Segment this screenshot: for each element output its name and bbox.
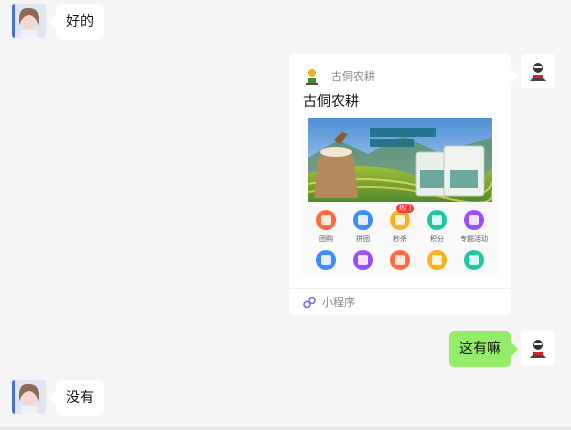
grid-item[interactable] <box>308 250 344 270</box>
contact-avatar[interactable] <box>12 380 46 414</box>
grid-item[interactable] <box>456 250 492 270</box>
grid-item-topic[interactable]: 专题活动 <box>456 210 492 244</box>
grid-item-label: 专题活动 <box>460 235 488 243</box>
message-text: 没有 <box>66 390 94 406</box>
mini-program-icon <box>303 296 316 308</box>
group-buy-icon <box>316 210 336 230</box>
card-source-name: 古侗农耕 <box>331 70 375 83</box>
message-bubble[interactable]: 没有 <box>56 380 104 416</box>
card-header: 古侗农耕 <box>303 66 375 86</box>
grid-item-label: 积分 <box>430 235 444 243</box>
flash-sale-icon <box>390 210 410 230</box>
brand-logo-icon <box>306 69 318 85</box>
card-preview: 团购 拼团 热门 秒杀 积分 专题活动 <box>303 118 497 276</box>
message-bubble[interactable]: 好的 <box>56 4 104 40</box>
card-title: 古侗农耕 <box>303 94 359 110</box>
grid-item[interactable] <box>345 250 381 270</box>
my-avatar[interactable] <box>521 54 555 88</box>
coupon-icon <box>316 250 336 270</box>
message-text: 好的 <box>66 14 94 30</box>
member-icon <box>353 250 373 270</box>
points-icon <box>427 210 447 230</box>
grid-item-points[interactable]: 积分 <box>419 210 455 244</box>
my-avatar[interactable] <box>521 331 555 365</box>
mini-program-card[interactable]: 古侗农耕 古侗农耕 团购 拼团 热门 秒杀 积分 专题活动 小程序 <box>289 54 511 315</box>
topic-icon <box>464 210 484 230</box>
grid-item-label: 团购 <box>319 235 333 243</box>
info-icon <box>464 250 484 270</box>
banner-image <box>308 118 492 202</box>
card-footer: 小程序 <box>289 288 511 315</box>
grid-item-team-buy[interactable]: 拼团 <box>345 210 381 244</box>
grid-item-label: 秒杀 <box>393 235 407 243</box>
message-text: 这有嘛 <box>459 341 501 357</box>
message-bubble[interactable]: 这有嘛 <box>449 331 511 367</box>
grid-item-group-buy[interactable]: 团购 <box>308 210 344 244</box>
grid-item[interactable] <box>419 250 455 270</box>
team-buy-icon <box>353 210 373 230</box>
hot-badge: 热门 <box>396 204 415 213</box>
gift-icon <box>427 250 447 270</box>
grid-item[interactable] <box>382 250 418 270</box>
contact-avatar[interactable] <box>12 4 46 38</box>
grid-item-label: 拼团 <box>356 235 370 243</box>
mini-program-label: 小程序 <box>322 296 355 309</box>
order-icon <box>390 250 410 270</box>
grid-item-flash-sale[interactable]: 热门 秒杀 <box>382 204 418 244</box>
